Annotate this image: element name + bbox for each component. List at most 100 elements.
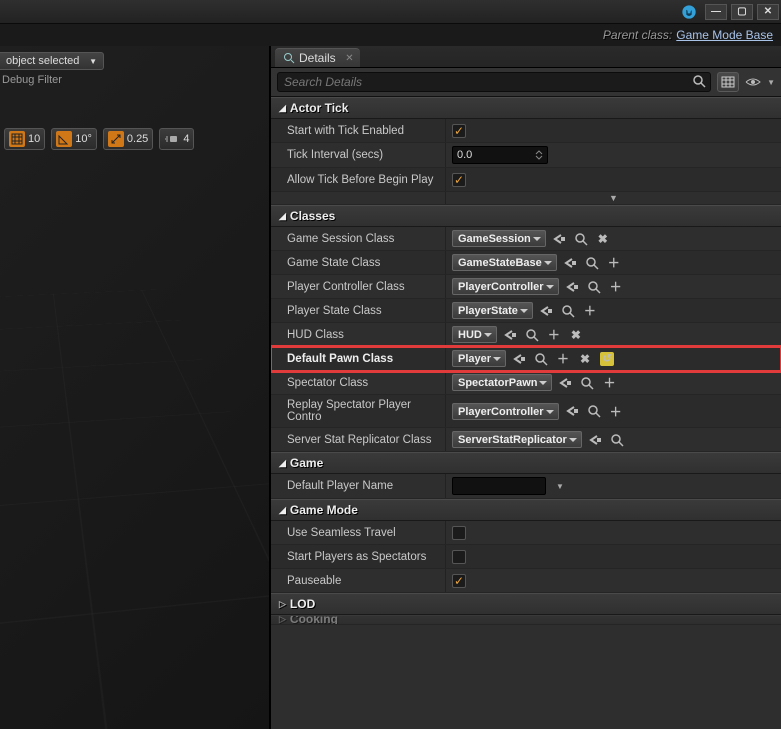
clear-icon[interactable]: ✖ <box>569 328 583 342</box>
clear-icon[interactable]: ✖ <box>578 352 592 366</box>
clear-icon[interactable]: ✖ <box>596 232 610 246</box>
prop-label: Spectator Class <box>271 371 445 394</box>
viewport-toolbar: 10 10° 0.25 4 <box>0 128 269 150</box>
goto-source-icon[interactable] <box>565 404 579 418</box>
property-matrix-button[interactable] <box>717 72 739 92</box>
browse-icon[interactable] <box>574 232 588 246</box>
expand-arrow-icon: ▷ <box>279 615 286 625</box>
object-selector[interactable]: object selected ▼ <box>0 52 104 70</box>
goto-source-icon[interactable] <box>558 376 572 390</box>
add-icon[interactable]: ＋ <box>609 404 623 418</box>
player-controller-dropdown[interactable]: PlayerController <box>452 278 559 295</box>
category-label: Game Mode <box>290 503 358 517</box>
expand-advanced-icon[interactable]: ▼ <box>609 193 618 203</box>
prop-label: Game State Class <box>271 251 445 274</box>
category-label: Actor Tick <box>290 101 348 115</box>
default-pawn-dropdown[interactable]: Player <box>452 350 506 367</box>
category-classes[interactable]: ◢ Classes <box>271 205 781 227</box>
debug-filter-label[interactable]: Debug Filter <box>0 70 269 90</box>
window-maximize-button[interactable]: ▢ <box>731 4 753 20</box>
collapse-arrow-icon: ◢ <box>279 458 286 469</box>
viewport-grid <box>0 289 270 729</box>
category-label: LOD <box>290 597 315 611</box>
game-state-dropdown[interactable]: GameStateBase <box>452 254 557 271</box>
chevron-down-icon: ▼ <box>89 57 97 66</box>
parent-class-bar: Parent class: Game Mode Base <box>0 24 781 46</box>
angle-snap-button[interactable]: 10° <box>51 128 97 150</box>
window-titlebar: — ▢ ✕ <box>0 0 781 24</box>
browse-icon[interactable] <box>561 304 575 318</box>
game-session-dropdown[interactable]: GameSession <box>452 230 546 247</box>
allow-tick-before-checkbox[interactable] <box>452 173 466 187</box>
search-input[interactable]: Search Details <box>277 72 711 92</box>
prop-label: Start with Tick Enabled <box>271 119 445 142</box>
goto-source-icon[interactable] <box>588 433 602 447</box>
add-icon[interactable]: ＋ <box>602 376 616 390</box>
window-minimize-button[interactable]: — <box>705 4 727 20</box>
browse-icon[interactable] <box>587 280 601 294</box>
add-icon[interactable]: ＋ <box>583 304 597 318</box>
object-selector-label: object selected <box>6 55 89 67</box>
eye-icon <box>745 76 761 88</box>
default-player-name-input[interactable] <box>452 477 546 495</box>
unreal-logo-icon <box>681 4 697 20</box>
revert-icon[interactable]: ↺ <box>600 352 614 366</box>
prop-label: Allow Tick Before Begin Play <box>271 168 445 191</box>
add-icon[interactable]: ＋ <box>547 328 561 342</box>
prop-label: Start Players as Spectators <box>271 545 445 568</box>
browse-icon[interactable] <box>580 376 594 390</box>
pauseable-checkbox[interactable] <box>452 574 466 588</box>
category-cooking[interactable]: ▷ Cooking <box>271 615 781 625</box>
goto-source-icon[interactable] <box>512 352 526 366</box>
collapse-arrow-icon: ◢ <box>279 211 286 222</box>
category-game[interactable]: ◢ Game <box>271 452 781 474</box>
prop-label: Default Player Name <box>271 474 445 498</box>
window-close-button[interactable]: ✕ <box>757 4 779 20</box>
tab-details[interactable]: Details ✕ <box>275 48 360 67</box>
goto-source-icon[interactable] <box>503 328 517 342</box>
collapse-arrow-icon: ◢ <box>279 505 286 516</box>
collapse-arrow-icon: ◢ <box>279 103 286 114</box>
spectator-dropdown[interactable]: SpectatorPawn <box>452 374 552 391</box>
add-icon[interactable]: ＋ <box>609 280 623 294</box>
matrix-icon <box>721 76 735 88</box>
start-with-tick-checkbox[interactable] <box>452 124 466 138</box>
browse-icon[interactable] <box>534 352 548 366</box>
player-state-dropdown[interactable]: PlayerState <box>452 302 533 319</box>
seamless-travel-checkbox[interactable] <box>452 526 466 540</box>
search-placeholder: Search Details <box>284 75 362 89</box>
chevron-down-icon[interactable]: ▼ <box>556 482 564 491</box>
replay-spectator-dropdown[interactable]: PlayerController <box>452 403 559 420</box>
hud-dropdown[interactable]: HUD <box>452 326 497 343</box>
goto-source-icon[interactable] <box>565 280 579 294</box>
expand-arrow-icon: ▷ <box>279 599 286 610</box>
tick-interval-field[interactable]: 0.0 <box>452 146 548 164</box>
spectators-checkbox[interactable] <box>452 550 466 564</box>
prop-label: Player Controller Class <box>271 275 445 298</box>
close-icon[interactable]: ✕ <box>345 53 353 64</box>
server-stat-dropdown[interactable]: ServerStatReplicator <box>452 431 582 448</box>
goto-source-icon[interactable] <box>539 304 553 318</box>
browse-icon[interactable] <box>525 328 539 342</box>
scale-snap-button[interactable]: 0.25 <box>103 128 153 150</box>
category-actor-tick[interactable]: ◢ Actor Tick <box>271 97 781 119</box>
goto-source-icon[interactable] <box>563 256 577 270</box>
spinner-icon[interactable] <box>535 150 543 160</box>
prop-label: HUD Class <box>271 323 445 346</box>
tab-label: Details <box>299 51 336 65</box>
goto-source-icon[interactable] <box>552 232 566 246</box>
browse-icon[interactable] <box>587 404 601 418</box>
category-game-mode[interactable]: ◢ Game Mode <box>271 499 781 521</box>
search-row: Search Details ▼ <box>271 68 781 97</box>
scale-icon <box>108 131 124 147</box>
browse-icon[interactable] <box>585 256 599 270</box>
parent-class-link[interactable]: Game Mode Base <box>676 28 773 42</box>
camera-speed-button[interactable]: 4 <box>159 128 194 150</box>
view-options-button[interactable]: ▼ <box>745 76 775 88</box>
category-lod[interactable]: ▷ LOD <box>271 593 781 615</box>
prop-label: Use Seamless Travel <box>271 521 445 544</box>
grid-snap-button[interactable]: 10 <box>4 128 45 150</box>
add-icon[interactable]: ＋ <box>556 352 570 366</box>
browse-icon[interactable] <box>610 433 624 447</box>
add-icon[interactable]: ＋ <box>607 256 621 270</box>
